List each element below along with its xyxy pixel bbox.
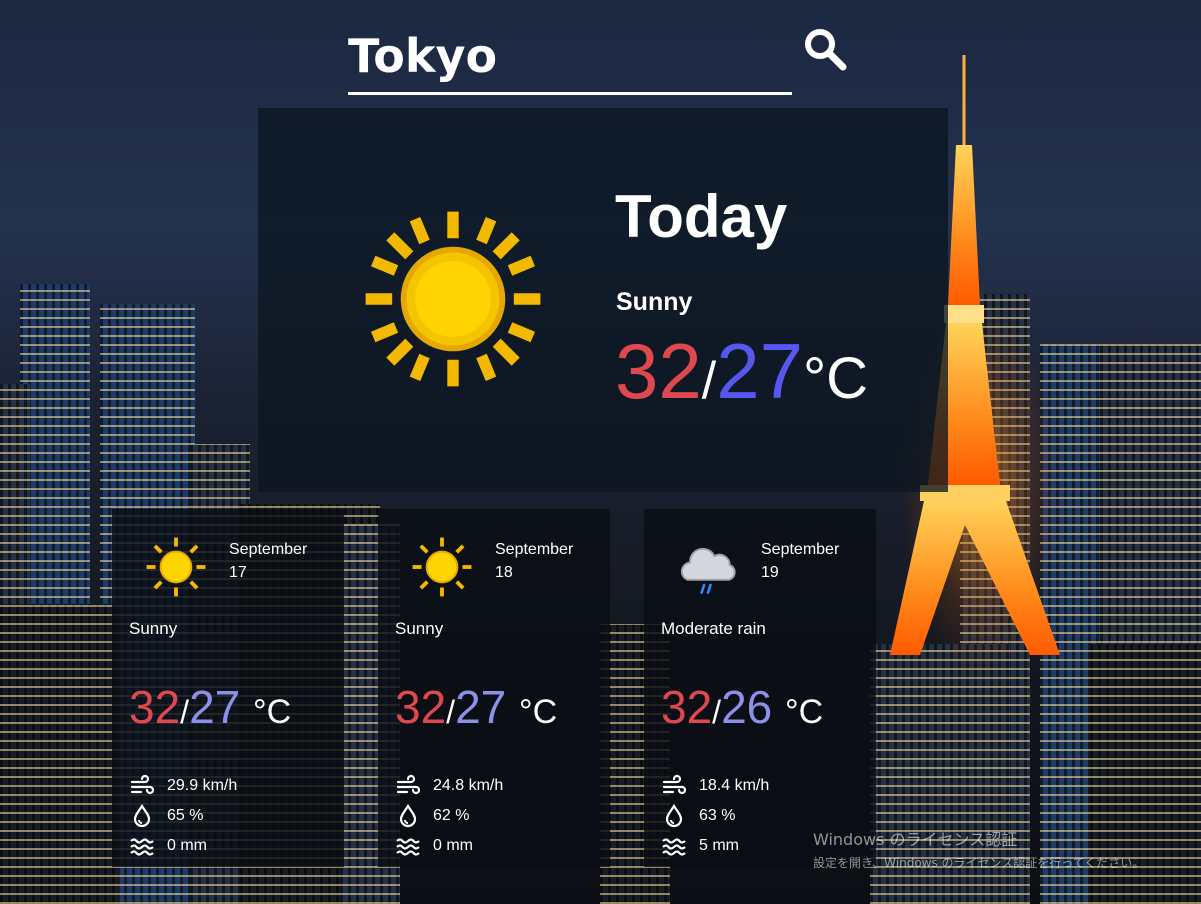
forecast-low-temp: 27 [189,681,241,733]
search-bar [348,22,792,95]
today-high-temp: 32 [615,327,702,415]
forecast-temperature: 32/27 °C [395,679,557,740]
humidity-drop-icon [133,804,151,828]
wind-stat: 29.9 km/h [130,771,237,801]
precipitation-value: 5 mm [699,837,739,854]
humidity-stat: 65 % [130,801,237,831]
wind-icon [662,774,686,795]
forecast-high-temp: 32 [661,681,713,733]
humidity-stat: 62 % [396,801,503,831]
wind-value: 29.9 km/h [167,777,238,794]
forecast-day: 17 [229,564,247,581]
forecast-day: 19 [761,564,779,581]
temp-unit: °C [785,693,824,731]
temp-separator: / [701,352,717,410]
temp-separator: / [712,694,722,730]
forecast-stats: 29.9 km/h 65 % 0 mm [130,771,237,861]
forecast-date: September 19 [761,538,839,584]
waves-icon [130,838,154,856]
forecast-stats: 18.4 km/h 63 % 5 mm [662,771,769,861]
wind-value: 24.8 km/h [433,777,504,794]
watermark-subtitle: 設定を開き、Windows のライセンス認証を行ってください。 [813,856,1145,870]
forecast-low-temp: 27 [455,681,507,733]
wind-stat: 18.4 km/h [662,771,769,801]
city-search-input[interactable] [348,28,778,84]
temp-unit: °C [253,693,292,731]
wind-value: 18.4 km/h [699,777,770,794]
forecast-month: September [229,541,308,558]
forecast-card-day-1: September 17 Sunny 32/27 °C 29.9 km/h 65… [112,509,344,867]
wind-icon [396,774,420,795]
precipitation-value: 0 mm [433,837,473,854]
forecast-low-temp: 26 [721,681,773,733]
forecast-condition: Sunny [395,619,444,638]
forecast-condition: Moderate rain [661,619,766,638]
sun-icon [412,537,472,597]
humidity-value: 65 % [167,807,204,824]
forecast-high-temp: 32 [129,681,181,733]
precipitation-stat: 5 mm [662,831,769,861]
forecast-temperature: 32/26 °C [661,679,823,740]
temp-separator: / [446,694,456,730]
today-condition: Sunny [616,288,693,316]
rain-cloud-icon [680,547,736,594]
forecast-date: September 18 [495,538,573,584]
today-panel: Today Sunny 32/27°C [258,108,948,492]
today-low-temp: 27 [716,327,803,415]
today-temperature: 32/27°C [615,326,868,426]
watermark-title: Windows のライセンス認証 [813,830,1018,849]
waves-icon [396,838,420,856]
forecast-condition: Sunny [129,619,178,638]
precipitation-stat: 0 mm [130,831,237,861]
forecast-temperature: 32/27 °C [129,679,291,740]
humidity-stat: 63 % [662,801,769,831]
temp-unit: °C [519,693,558,731]
forecast-card-day-2: September 18 Sunny 32/27 °C 24.8 km/h 62… [378,509,610,867]
search-button[interactable] [800,26,850,76]
search-icon [805,29,847,71]
humidity-value: 63 % [699,807,736,824]
wind-stat: 24.8 km/h [396,771,503,801]
forecast-date: September 17 [229,538,307,584]
sun-icon [146,537,206,597]
forecast-month: September [495,541,574,558]
humidity-value: 62 % [433,807,470,824]
wind-icon [130,774,154,795]
sun-icon [365,211,541,387]
forecast-stats: 24.8 km/h 62 % 0 mm [396,771,503,861]
forecast-card-day-3: September 19 Moderate rain 32/26 °C 18.4… [644,509,876,867]
windows-activation-watermark: Windows のライセンス認証 設定を開き、Windows のライセンス認証を… [813,826,1144,871]
forecast-day: 18 [495,564,513,581]
humidity-drop-icon [665,804,683,828]
precipitation-value: 0 mm [167,837,207,854]
precipitation-stat: 0 mm [396,831,503,861]
temp-unit: °C [802,346,869,411]
temp-separator: / [180,694,190,730]
today-title: Today [615,183,788,250]
humidity-drop-icon [399,804,417,828]
forecast-high-temp: 32 [395,681,447,733]
forecast-month: September [761,541,840,558]
waves-icon [662,838,686,856]
